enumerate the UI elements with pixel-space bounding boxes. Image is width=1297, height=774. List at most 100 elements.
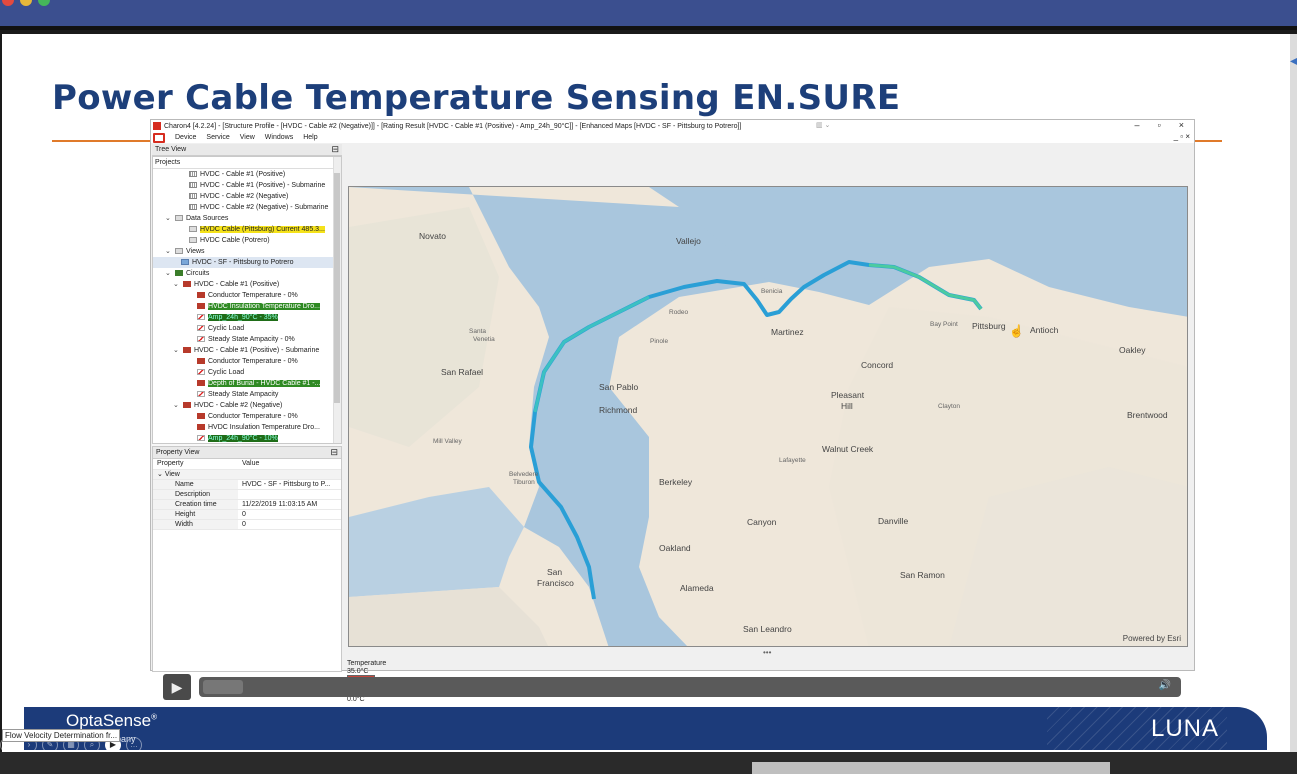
play-button[interactable]: ▶: [163, 674, 191, 700]
chevron-down-icon[interactable]: ⌄: [173, 279, 183, 290]
tree-item-label: Circuits: [186, 270, 210, 277]
close-button[interactable]: ×: [1179, 120, 1184, 130]
map-label-city: Brentwood: [1127, 410, 1168, 420]
menu-service[interactable]: Service: [206, 134, 229, 141]
chevron-down-icon[interactable]: ⌄: [165, 246, 175, 257]
map-canvas[interactable]: Novato Vallejo San Rafael San Pablo Richmond…: [349, 187, 1188, 647]
tree-item[interactable]: Cyclic Load: [153, 323, 341, 334]
property-value[interactable]: HVDC - SF - Pittsburg to P...: [238, 479, 341, 490]
calc-icon: [197, 303, 205, 310]
cable-red-icon: [183, 347, 191, 354]
property-value[interactable]: 11/22/2019 11:03:15 AM: [238, 499, 341, 510]
tree-scroll-thumb[interactable]: [334, 173, 340, 403]
property-row[interactable]: Creation time 11/22/2019 11:03:15 AM: [153, 499, 341, 510]
powered-by-esri[interactable]: Powered by Esri: [1123, 634, 1181, 643]
tree-item[interactable]: Conductor Temperature - 0%: [153, 411, 341, 422]
tree-item[interactable]: Cyclic Load: [153, 367, 341, 378]
map-label-city: Alameda: [680, 583, 714, 593]
tree-item[interactable]: HVDC - Cable #2 (Negative): [153, 191, 341, 202]
map-icon: [181, 259, 189, 266]
pin-icon[interactable]: ⊟: [330, 447, 338, 458]
tree-item[interactable]: ⌄ HVDC - Cable #1 (Positive): [153, 279, 341, 290]
menu-view[interactable]: View: [240, 134, 255, 141]
property-row[interactable]: Name HVDC - SF - Pittsburg to P...: [153, 479, 341, 490]
video-thumbnail[interactable]: [752, 762, 1110, 774]
rating-icon: [197, 325, 205, 332]
tree-view-title: Tree View: [155, 146, 187, 153]
map-label-city: San Leandro: [743, 624, 792, 634]
playback-track[interactable]: 🔊: [199, 677, 1181, 697]
property-value[interactable]: 0: [238, 519, 341, 530]
tree-item[interactable]: ⌄ HVDC - Cable #2 (Negative): [153, 400, 341, 411]
tree-item[interactable]: ⌄ Views: [153, 246, 341, 257]
calc-icon: [197, 380, 205, 387]
tree-item[interactable]: Depth of Burial - HVDC Cable #1 -...: [153, 378, 341, 389]
map-expand-handle[interactable]: •••: [763, 648, 771, 657]
chevron-down-icon[interactable]: ⌄: [173, 400, 183, 411]
cable-icon: [189, 182, 197, 189]
tree-item[interactable]: Conductor Temperature - 0%: [153, 356, 341, 367]
property-value[interactable]: [238, 489, 341, 500]
minimize-dot-icon[interactable]: [20, 0, 32, 6]
tree-item[interactable]: HVDC Cable (Potrero): [153, 235, 341, 246]
more-icon[interactable]: …: [126, 737, 142, 753]
menu-bar: Device Service View Windows Help _ ▫ ×: [151, 132, 1194, 143]
chevron-down-icon[interactable]: ⌄: [165, 268, 175, 279]
chevron-down-icon[interactable]: ⌄: [173, 345, 183, 356]
mdi-controls[interactable]: _ ▫ ×: [1174, 132, 1190, 141]
column-header-value: Value: [238, 459, 341, 470]
property-view: Property View ⊟ Property Value ⌄ View Na…: [152, 446, 342, 672]
cable-icon: [189, 193, 197, 200]
tree-item[interactable]: HVDC Insulation Temperature Dro...: [153, 422, 341, 433]
restore-button[interactable]: ▫: [1158, 120, 1161, 130]
legend-title: Temperature: [347, 660, 387, 667]
menu-windows[interactable]: Windows: [265, 134, 293, 141]
cable-red-icon: [183, 402, 191, 409]
property-value[interactable]: 0: [238, 509, 341, 520]
menu-help[interactable]: Help: [303, 134, 317, 141]
calc-icon: [197, 424, 205, 431]
pin-icon[interactable]: ⊟: [331, 144, 339, 155]
tree-item[interactable]: HVDC Insulation Temperature Dro...: [153, 301, 341, 312]
tree-item[interactable]: Amp_24h_90°C - 10%: [153, 433, 341, 443]
property-group[interactable]: ⌄ View: [153, 469, 341, 480]
tree-item[interactable]: ⌄ Circuits: [153, 268, 341, 279]
tree-item[interactable]: HVDC - Cable #1 (Positive) - Submarine: [153, 180, 341, 191]
property-row[interactable]: Description: [153, 489, 341, 500]
property-row[interactable]: Width 0: [153, 519, 341, 530]
property-key: Width: [153, 519, 238, 530]
tree-scrollbar[interactable]: [333, 157, 341, 443]
tree-item[interactable]: Steady State Ampacity: [153, 389, 341, 400]
playback-progress[interactable]: [203, 680, 243, 694]
tree-item[interactable]: HVDC - Cable #1 (Positive): [153, 169, 341, 180]
chevron-down-icon[interactable]: ⌄: [165, 213, 175, 224]
property-group-label: View: [164, 471, 180, 478]
window-buttons[interactable]: [2, 0, 50, 6]
tree-item[interactable]: Conductor Temperature - 0%: [153, 290, 341, 301]
tree-item[interactable]: HVDC - Cable #2 (Negative) - Submarine: [153, 202, 341, 213]
property-row[interactable]: Height 0: [153, 509, 341, 520]
tree-item[interactable]: Amp_24h_90°C - 35%: [153, 312, 341, 323]
media-player: ▶ 🔊: [163, 674, 1183, 700]
maximize-dot-icon[interactable]: [38, 0, 50, 6]
tree-item[interactable]: HVDC - SF - Pittsburg to Potrero: [153, 257, 341, 268]
tree-item[interactable]: Steady State Ampacity - 0%: [153, 334, 341, 345]
tree-rows: HVDC - Cable #1 (Positive) HVDC - Cable #…: [153, 169, 341, 443]
close-dot-icon[interactable]: [2, 0, 14, 6]
calc-icon: [197, 358, 205, 365]
tree-item[interactable]: ⌄ Data Sources: [153, 213, 341, 224]
menu-device[interactable]: Device: [175, 134, 196, 141]
tree-item-label: HVDC - Cable #1 (Positive): [194, 281, 280, 288]
tree-item[interactable]: ⌄ HVDC - Cable #1 (Positive) - Submarine: [153, 345, 341, 356]
arrow-left-icon[interactable]: ◀: [1290, 56, 1297, 67]
minimize-button[interactable]: –: [1135, 120, 1140, 130]
layout-icon[interactable]: ▥ ⌄: [816, 121, 830, 129]
scrollbar-edge[interactable]: [1290, 34, 1297, 752]
map-view[interactable]: Novato Vallejo San Rafael San Pablo Richmond…: [348, 186, 1188, 647]
rating-icon: [197, 369, 205, 376]
volume-icon[interactable]: 🔊: [1159, 680, 1171, 691]
app-menu-icon[interactable]: [153, 132, 165, 143]
tree-view-header: Tree View ⊟: [152, 144, 342, 156]
tree-item[interactable]: HVDC Cable (Pittsburg) Current 485.3...: [153, 224, 341, 235]
optasense-text: OptaSense: [66, 711, 152, 730]
